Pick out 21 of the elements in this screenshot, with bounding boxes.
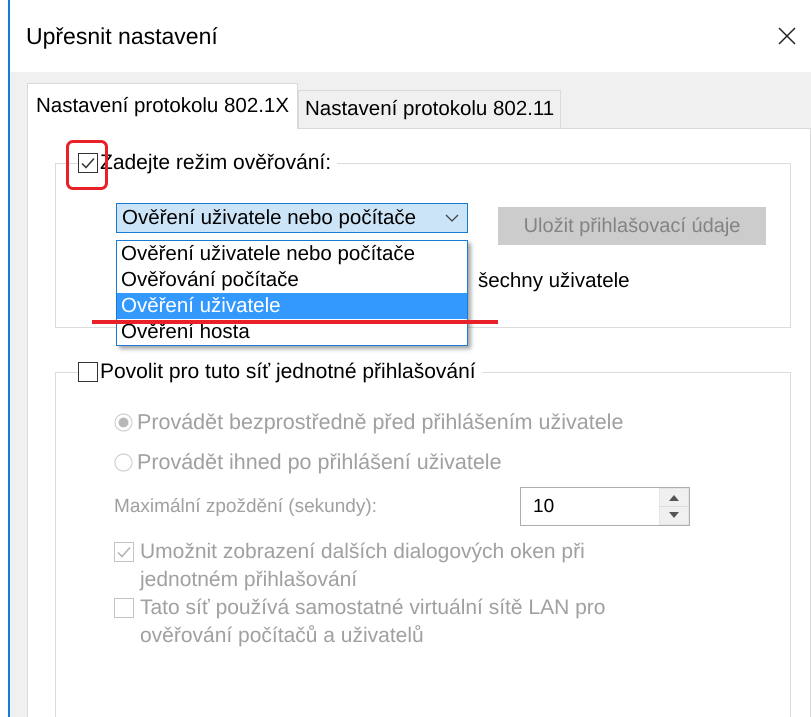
checkmark-icon: [80, 155, 96, 171]
delay-label: Maximální zpoždění (sekundy):: [114, 496, 377, 518]
checkbox-label: Tato síť používá samostatné virtuální sítě LAN pro ověřování počítačů a uživatelů: [140, 595, 606, 649]
radio-label: Provádět ihned po přihlášení uživatele: [137, 450, 502, 474]
caret-icon: [445, 213, 459, 223]
tab[interactable]: Nastavení protokolu 802.1X: [27, 83, 298, 129]
checkbox[interactable]: [78, 362, 98, 382]
option-label: šechny uživatele: [478, 269, 631, 293]
dropdown-option[interactable]: Ověřování počítače: [117, 267, 467, 293]
tab[interactable]: Nastavení protokolu 802.11: [298, 90, 562, 128]
dropdown-option[interactable]: Ověření hosta: [117, 319, 467, 345]
close-icon[interactable]: [777, 26, 797, 46]
checkbox-label: Povolit pro tuto síť jednotné přihlašování: [100, 360, 476, 384]
checkmark-icon: [116, 544, 132, 560]
checkbox-label: Umožnit zobrazení dalších dialogových oken při jednotném přihlašování: [140, 539, 586, 593]
checkbox[interactable]: [78, 153, 98, 173]
radio-label: Provádět bezprostředně před přihlášením uživatele: [137, 410, 624, 434]
window-title: Upřesnit nastavení: [26, 22, 218, 50]
mode-dropdown[interactable]: Ověření uživatele nebo počítače: [116, 203, 468, 233]
dropdown-option[interactable]: Ověření uživatele nebo počítače: [117, 241, 467, 267]
spin-arrows-icon[interactable]: [659, 488, 689, 525]
